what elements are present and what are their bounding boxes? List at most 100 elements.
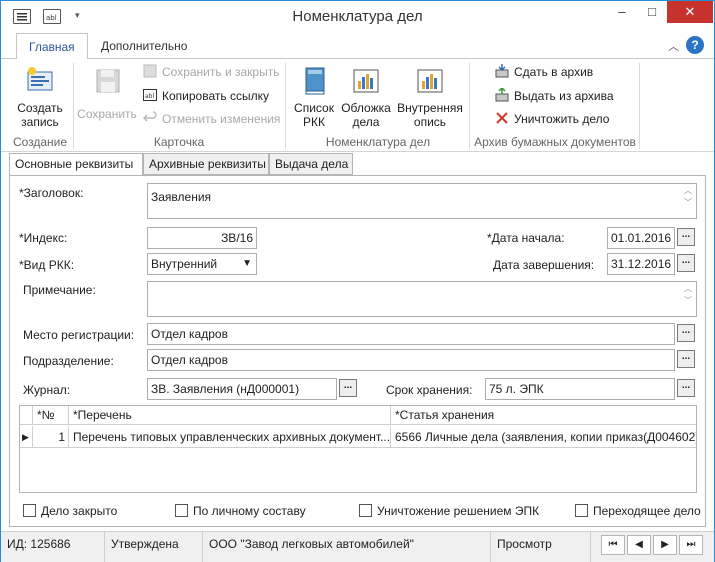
save-label: Сохранить: [77, 107, 137, 121]
destroy-case-label: Уничтожить дело: [514, 112, 610, 126]
column-header-article[interactable]: *Статья хранения: [391, 406, 696, 425]
copy-link-icon: abl: [143, 88, 157, 102]
inner-inventory-label: Внутренняя опись: [397, 101, 463, 129]
status-bar: ИД: 125686 Утверждена ООО "Завод легковы…: [1, 531, 714, 562]
from-archive-button[interactable]: Выдать из архива: [495, 86, 614, 106]
ribbon-separator: [285, 63, 286, 149]
end-date-field[interactable]: 31.12.2016: [607, 253, 675, 275]
table-cell-list[interactable]: Перечень типовых управленческих архивных…: [69, 426, 391, 448]
tab-additional[interactable]: Дополнительно: [89, 33, 199, 59]
storage-period-label: Срок хранения:: [386, 383, 473, 397]
case-cover-button[interactable]: Обложка дела: [339, 65, 393, 129]
to-archive-button[interactable]: Сдать в архив: [495, 62, 593, 82]
destroy-case-button[interactable]: Уничтожить дело: [495, 109, 609, 129]
close-button[interactable]: ✕: [667, 1, 713, 23]
note-field[interactable]: ︿ ﹀: [147, 281, 697, 317]
tab-case-issue[interactable]: Выдача дела: [269, 153, 353, 175]
checkbox-box[interactable]: [575, 504, 588, 517]
list-rkk-label: Список РКК: [294, 101, 334, 129]
save-button[interactable]: Сохранить: [75, 65, 139, 121]
end-date-label: Дата завершения:: [493, 258, 595, 272]
maximize-button[interactable]: □: [637, 1, 667, 23]
title-value: Заявления: [151, 190, 212, 204]
archive-in-icon: [495, 64, 509, 78]
copy-link-button[interactable]: abl Копировать ссылку: [143, 86, 269, 106]
case-closed-checkbox[interactable]: Дело закрыто: [23, 504, 117, 518]
checkbox-box[interactable]: [359, 504, 372, 517]
checkbox-box[interactable]: [23, 504, 36, 517]
row-selector-header: [20, 406, 33, 425]
note-scrollbar[interactable]: ︿ ﹀: [681, 283, 695, 315]
destroy-epk-checkbox[interactable]: Уничтожение решением ЭПК: [359, 504, 539, 518]
journal-field[interactable]: ЗВ. Заявления (нД000001): [147, 378, 337, 400]
table-cell-number[interactable]: 1: [33, 426, 69, 448]
first-icon: ⏮: [608, 539, 618, 550]
save-close-button[interactable]: Сохранить и закрыть: [143, 62, 279, 82]
organization-name: ООО "Завод легковых автомобилей": [203, 532, 491, 562]
registration-place-select-button[interactable]: ...: [677, 324, 695, 342]
department-label: Подразделение:: [23, 354, 114, 368]
tab-archive-details[interactable]: Архивные реквизиты: [143, 153, 269, 175]
list-rkk-button[interactable]: Список РКК: [289, 65, 339, 129]
title-field[interactable]: Заявления ︿ ﹀: [147, 183, 697, 219]
end-date-picker-button[interactable]: ...: [677, 254, 695, 272]
first-record-button[interactable]: ⏮: [601, 535, 625, 555]
floppy-disk-icon: [91, 65, 123, 97]
previous-record-button[interactable]: ◀: [627, 535, 651, 555]
undo-changes-button[interactable]: Отменить изменения: [142, 109, 281, 129]
department-select-button[interactable]: ...: [677, 350, 695, 368]
start-date-picker-button[interactable]: ...: [677, 228, 695, 246]
to-archive-label: Сдать в архив: [514, 65, 594, 79]
list-articles-table[interactable]: *№ *Перечень *Статья хранения ▶ 1 Перече…: [19, 405, 697, 493]
journal-select-button[interactable]: ...: [339, 379, 357, 397]
storage-period-select-button[interactable]: ...: [677, 379, 695, 397]
undo-changes-label: Отменить изменения: [162, 112, 281, 126]
tab-main-details[interactable]: Основные реквизиты: [9, 153, 143, 176]
title-scrollbar[interactable]: ︿ ﹀: [681, 185, 695, 217]
department-field[interactable]: Отдел кадров: [147, 349, 675, 371]
column-header-number[interactable]: *№: [33, 406, 69, 425]
copy-link-label: Копировать ссылку: [162, 89, 269, 103]
column-header-list[interactable]: *Перечень: [69, 406, 391, 425]
transitional-case-checkbox[interactable]: Переходящее дело: [575, 504, 701, 518]
window: abl ▾ Номенклатура дел – □ ✕ Главная Доп…: [0, 0, 715, 562]
archive-out-icon: [495, 86, 509, 102]
last-record-button[interactable]: ⏭: [679, 535, 703, 555]
help-icon[interactable]: ?: [686, 36, 704, 54]
checkbox-box[interactable]: [175, 504, 188, 517]
previous-icon: ◀: [635, 539, 643, 550]
case-cover-label: Обложка дела: [341, 101, 391, 129]
delete-x-icon: [495, 111, 509, 125]
personnel-checkbox[interactable]: По личному составу: [175, 504, 306, 518]
rkk-type-select[interactable]: Внутренний ▼: [147, 253, 257, 275]
index-label: *Индекс:: [19, 231, 68, 245]
registration-place-field[interactable]: Отдел кадров: [147, 323, 675, 345]
next-icon: ▶: [661, 539, 669, 550]
inner-inventory-button[interactable]: Внутренняя опись: [395, 65, 465, 129]
index-field[interactable]: ЗВ/16: [147, 227, 257, 249]
destroy-epk-label: Уничтожение решением ЭПК: [377, 504, 540, 518]
group-label-archive: Архив бумажных документов: [474, 135, 636, 149]
ribbon-tabs: Главная Дополнительно ︿ ?: [1, 33, 714, 60]
storage-period-field[interactable]: 75 л. ЭПК: [485, 378, 675, 400]
collapse-ribbon-icon[interactable]: ︿: [668, 38, 679, 54]
report-chart-icon: [414, 65, 446, 97]
next-record-button[interactable]: ▶: [653, 535, 677, 555]
book-icon: [298, 65, 330, 97]
table-cell-article[interactable]: 6566 Личные дела (заявления, копии прика…: [391, 426, 696, 448]
last-icon: ⏭: [686, 539, 696, 550]
group-label-nomenclature: Номенклатура дел: [325, 135, 431, 149]
view-mode: Просмотр: [491, 532, 591, 562]
chevron-down-icon: ▼: [242, 258, 252, 269]
from-archive-label: Выдать из архива: [514, 89, 614, 103]
minimize-button[interactable]: –: [607, 1, 637, 23]
transitional-case-label: Переходящее дело: [593, 504, 701, 518]
create-record-button[interactable]: Создать запись: [11, 65, 69, 129]
case-closed-label: Дело закрыто: [41, 504, 118, 518]
tab-main[interactable]: Главная: [16, 33, 88, 60]
registration-place-label: Место регистрации:: [23, 328, 135, 342]
report-chart-icon: [350, 65, 382, 97]
undo-icon: [142, 111, 157, 125]
start-date-field[interactable]: 01.01.2016: [607, 227, 675, 249]
rkk-type-value: Внутренний: [151, 257, 218, 271]
